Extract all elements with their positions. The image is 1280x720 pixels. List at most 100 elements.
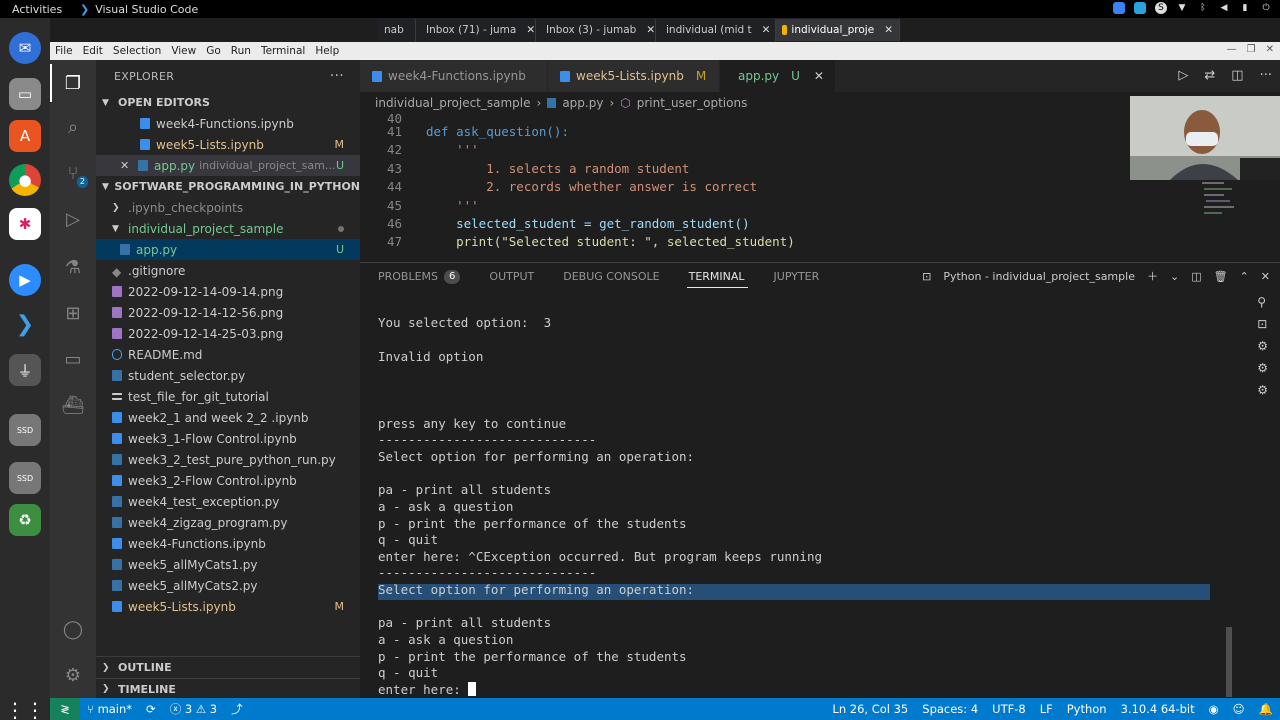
tree-folder[interactable]: ▼ individual_project_sample <box>96 218 360 239</box>
menu-view[interactable]: View <box>166 45 201 57</box>
minimap[interactable] <box>1200 180 1240 240</box>
close-icon[interactable]: ✕ <box>762 24 771 36</box>
files-icon[interactable]: ▭ <box>9 78 41 110</box>
breadcrumb-folder[interactable]: individual_project_sample <box>375 96 531 110</box>
thunderbird-icon[interactable]: ✉ <box>9 32 41 64</box>
tree-file[interactable]: README.md <box>96 344 360 365</box>
vscode-icon[interactable]: ❯ <box>9 308 41 340</box>
browser-tab[interactable]: Inbox (71) - juma ✕ <box>416 19 536 41</box>
zoom-icon[interactable]: ▶ <box>9 264 41 296</box>
tree-file[interactable]: app.py U <box>96 239 360 260</box>
tree-file[interactable]: week3_2-Flow Control.ipynb <box>96 470 360 491</box>
tree-file[interactable]: week2_1 and week 2_2 .ipynb <box>96 407 360 428</box>
timeline-section[interactable]: ❯ TIMELINE <box>96 678 360 699</box>
trash-icon[interactable]: 🗑 <box>1214 270 1228 283</box>
tree-file[interactable]: student_selector.py <box>96 365 360 386</box>
close-icon[interactable]: ✕ <box>646 24 655 36</box>
split-terminal-icon[interactable]: ◫ <box>1191 270 1201 283</box>
testing-icon[interactable]: ⚗ <box>58 252 88 282</box>
tab-problems[interactable]: PROBLEMS 6 <box>378 263 475 290</box>
browser-tab[interactable]: individual (mid t ✕ <box>656 19 776 41</box>
chrome-icon[interactable]: ● <box>9 164 41 196</box>
chat-icon[interactable] <box>1113 2 1125 14</box>
tab-terminal[interactable]: TERMINAL <box>686 263 760 290</box>
language-mode[interactable]: Python <box>1060 702 1114 716</box>
tree-file[interactable]: week4_test_exception.py <box>96 491 360 512</box>
docker-icon[interactable]: ⛴ <box>58 390 88 420</box>
menu-go[interactable]: Go <box>201 45 226 57</box>
tree-file[interactable]: week3_2_test_pure_python_run.py <box>96 449 360 470</box>
copilot-icon[interactable]: ◉ <box>1202 702 1226 716</box>
battery-icon[interactable]: ▮ <box>1239 2 1251 14</box>
extensions-icon[interactable]: ⊞ <box>58 298 88 328</box>
new-terminal-icon[interactable]: ＋ <box>1147 268 1158 284</box>
problems-status[interactable]: ⓧ 3 ⚠ 3 <box>163 701 224 717</box>
menu-terminal[interactable]: Terminal <box>256 45 310 57</box>
close-panel-icon[interactable]: ✕ <box>1261 270 1270 283</box>
tree-file[interactable]: 2022-09-12-14-25-03.png <box>96 323 360 344</box>
search-icon[interactable]: ⌕ <box>58 112 88 142</box>
breadcrumb-file[interactable]: app.py <box>562 96 603 110</box>
sync-icon[interactable]: ⟳ <box>139 702 163 716</box>
run-python-icon[interactable]: ▷ <box>1178 68 1188 83</box>
terminal-name[interactable]: Python - individual_project_sample <box>943 270 1135 283</box>
browser-tab-active[interactable]: individual_proje ✕ <box>776 19 900 41</box>
cursor-position[interactable]: Ln 26, Col 35 <box>825 702 915 716</box>
tree-file[interactable]: week4_zigzag_program.py <box>96 512 360 533</box>
python-icon[interactable]: ⚲ <box>1257 295 1268 309</box>
tree-file[interactable]: 2022-09-12-14-12-56.png <box>96 302 360 323</box>
account-icon[interactable]: ◯ <box>58 614 88 644</box>
close-icon[interactable]: ✕ <box>120 159 132 172</box>
outline-section[interactable]: ❯ OUTLINE <box>96 657 360 678</box>
explorer-icon[interactable]: ❐ <box>58 68 88 98</box>
tree-folder[interactable]: ❯ .ipynb_checkpoints <box>96 197 360 218</box>
tree-file[interactable]: week5_allMyCats1.py <box>96 554 360 575</box>
notifications-bell-icon[interactable]: 🔔 <box>1252 702 1280 716</box>
source-control-icon[interactable]: ⑂ 2 <box>58 158 88 188</box>
close-icon[interactable]: ✕ <box>814 69 824 83</box>
split-editor-icon[interactable]: ◫ <box>1231 68 1243 83</box>
breadcrumb-symbol[interactable]: print_user_options <box>637 96 748 110</box>
editor-tab-active[interactable]: app.py U ✕ <box>720 60 836 92</box>
open-editor-item[interactable]: week4-Functions.ipynb <box>96 113 360 134</box>
show-apps-icon[interactable]: ⋮⋮ <box>5 694 45 720</box>
open-editor-item-active[interactable]: ✕ app.py individual_project_sam... U <box>96 155 360 176</box>
more-actions-icon[interactable]: ··· <box>330 68 344 84</box>
python-interpreter[interactable]: 3.10.4 64-bit <box>1114 702 1202 716</box>
power-icon[interactable]: ⏻ <box>1260 2 1272 14</box>
feedback-icon[interactable]: ☺ <box>1226 702 1252 716</box>
close-window-icon[interactable]: ✕ <box>1266 44 1274 55</box>
maximize-panel-icon[interactable]: ⌃ <box>1240 270 1249 283</box>
usb-icon[interactable]: ⏚ <box>9 354 41 386</box>
live-share-icon[interactable]: ⤴ <box>224 701 250 717</box>
terminal-scrollbar[interactable] <box>1226 627 1232 697</box>
git-branch[interactable]: ⑂ main* <box>80 702 139 716</box>
end-of-line[interactable]: LF <box>1033 702 1060 716</box>
tab-jupyter[interactable]: JUPYTER <box>774 263 835 290</box>
editor-tab[interactable]: week5-Lists.ipynb M <box>548 60 720 92</box>
code-editor[interactable]: 40 41 def ask_question(): 42 ''' 43 1. se… <box>360 114 1130 264</box>
tree-file[interactable]: week4-Functions.ipynb <box>96 533 360 554</box>
terminal-icon[interactable]: ⊡ <box>1257 317 1268 331</box>
menu-edit[interactable]: Edit <box>78 45 108 57</box>
volume-icon[interactable]: ◀ <box>1218 2 1230 14</box>
activities-button[interactable]: Activities <box>0 3 80 16</box>
indentation[interactable]: Spaces: 4 <box>915 702 985 716</box>
bluetooth-icon[interactable]: ᛒ <box>1197 2 1209 14</box>
wifi-icon[interactable]: ▼ <box>1176 2 1188 14</box>
tab-output[interactable]: OUTPUT <box>489 263 549 290</box>
browser-tab[interactable]: Inbox (3) - jumab ✕ <box>536 19 656 41</box>
menu-run[interactable]: Run <box>226 45 256 57</box>
menu-file[interactable]: File <box>50 45 78 57</box>
tab-debug-console[interactable]: DEBUG CONSOLE <box>563 263 674 290</box>
debug-icon[interactable]: ⚙ <box>1257 361 1268 375</box>
more-actions-icon[interactable]: ··· <box>1260 68 1272 83</box>
maximize-icon[interactable]: ❐ <box>1247 44 1256 55</box>
ssd-drive-icon[interactable]: SSD <box>9 462 41 494</box>
open-editors-section[interactable]: ▼ OPEN EDITORS <box>96 92 360 113</box>
close-icon[interactable]: ✕ <box>526 24 535 36</box>
telegram-icon[interactable] <box>1134 2 1146 14</box>
remote-explorer-icon[interactable]: ▭ <box>58 344 88 374</box>
remote-indicator-icon[interactable]: ≷ <box>50 698 80 720</box>
app-center-icon[interactable]: A <box>9 120 41 152</box>
